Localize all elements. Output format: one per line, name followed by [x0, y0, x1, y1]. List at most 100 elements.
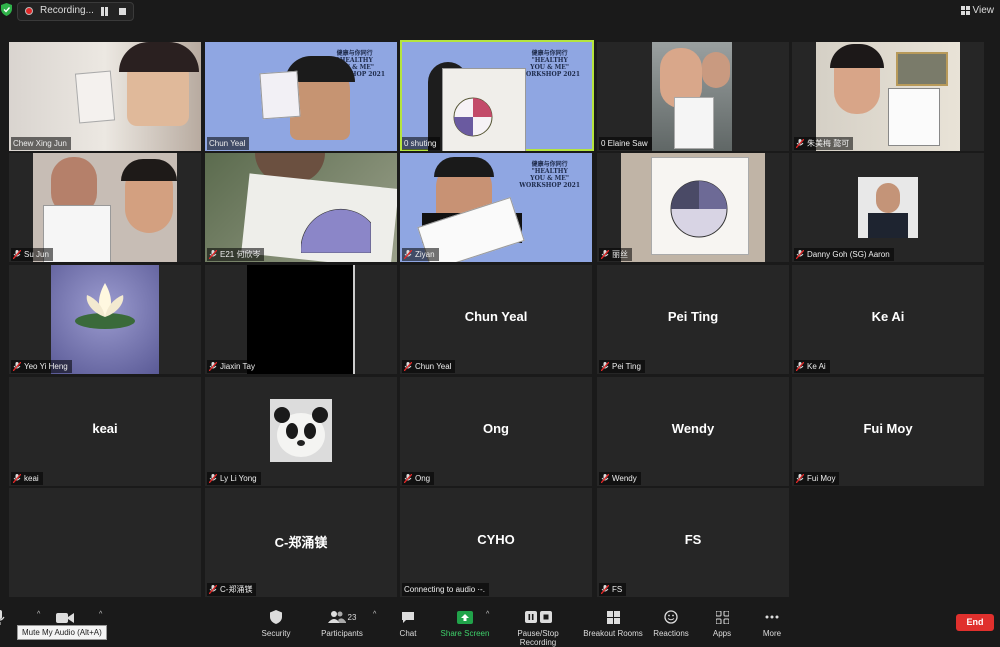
muted-mic-icon	[209, 250, 217, 259]
muted-mic-icon	[13, 250, 21, 259]
workshop-banner: 健康与你同行 "HEALTHY YOU & ME" WORKSHOP 2021	[519, 161, 580, 189]
video-options-caret-icon[interactable]: ^	[99, 611, 102, 618]
banner-line: 健康与你同行	[531, 161, 568, 168]
reactions-smiley-icon	[664, 610, 678, 624]
participant-tile[interactable]: C-郑涌镁 C-郑涌镁	[205, 488, 397, 597]
muted-mic-icon	[13, 474, 21, 483]
participant-tile[interactable]: Yeo Yi Heng	[9, 265, 201, 374]
participant-name: 0 Elaine Saw	[601, 139, 648, 148]
person-hair	[830, 44, 884, 68]
muted-mic-icon	[796, 139, 804, 148]
apps-icon	[715, 610, 729, 624]
participant-label: 0 Elaine Saw	[599, 137, 652, 150]
person-suit	[868, 213, 908, 238]
security-label: Security	[261, 629, 291, 638]
muted-mic-icon	[601, 474, 609, 483]
audio-options-caret-icon[interactable]: ^	[37, 611, 40, 618]
participant-label: C-郑涌镁	[207, 583, 257, 596]
participant-tile[interactable]: Jiaxin Tay	[205, 265, 397, 374]
participant-label: Chun Yeal	[402, 360, 456, 373]
tangle-card	[43, 205, 111, 262]
participant-display-name: Ke Ai	[871, 309, 905, 324]
participant-display-name: CYHO	[477, 532, 515, 547]
participant-name: Danny Goh (SG) Aaron	[807, 250, 890, 259]
participant-label: 0 shuting	[402, 137, 441, 150]
participant-tile[interactable]: 健康与你同行 "HEALTHY YOU & ME" WORKSHOP 2021 …	[205, 42, 397, 151]
participant-tile[interactable]: Ly Li Yong	[205, 377, 397, 486]
end-meeting-button[interactable]: End	[956, 614, 994, 631]
participant-label: Ziyan	[402, 248, 439, 261]
banner-line: YOU & ME"	[530, 64, 569, 71]
participant-status: Connecting to audio ·-.	[404, 585, 485, 594]
participant-tile[interactable]: Ke Ai Ke Ai	[792, 265, 984, 374]
participant-video: 健康与你同行 "HEALTHY YOU & ME" WORKSHOP 2021	[400, 153, 592, 262]
participant-name: Pei Ting	[612, 362, 641, 371]
participant-profile-photo	[858, 177, 918, 238]
participant-tile[interactable]: CYHO Connecting to audio ·-.	[400, 488, 592, 597]
participant-label: Su Jun	[11, 248, 53, 261]
muted-mic-icon	[796, 362, 804, 371]
shield-check-icon[interactable]	[1, 3, 12, 16]
participant-name: Wendy	[612, 474, 637, 483]
participant-tile[interactable]: 朱美梅 懿可	[792, 42, 984, 151]
participant-name: Jiaxin Tay	[220, 362, 255, 371]
share-screen-button[interactable]: Share Screen	[430, 609, 500, 638]
view-button[interactable]: View	[960, 2, 994, 18]
person-hair	[121, 159, 177, 181]
person-hair	[119, 42, 199, 72]
participant-tile[interactable]: Chun Yeal Chun Yeal	[400, 265, 592, 374]
participant-tile[interactable]: E21 何欣岑	[205, 153, 397, 262]
recording-indicator: Recording...	[17, 2, 134, 21]
participant-display-name: Pei Ting	[667, 309, 719, 324]
participant-video	[621, 153, 765, 262]
pause-stop-recording-button[interactable]: Pause/Stop Recording	[500, 609, 576, 647]
grid-view-icon	[960, 5, 970, 15]
muted-mic-icon	[404, 362, 412, 371]
participant-tile[interactable]: Chew Xing Jun	[9, 42, 201, 151]
participant-name: Yeo Yi Heng	[24, 362, 68, 371]
participant-tile[interactable]: Fui Moy Fui Moy	[792, 377, 984, 486]
stop-recording-icon[interactable]	[119, 8, 126, 15]
participant-tile[interactable]: Pei Ting Pei Ting	[597, 265, 789, 374]
participant-tile-active-speaker[interactable]: 健康与你同行 "HEALTHY YOU & ME" WORKSHOP 2021 …	[400, 40, 594, 151]
participants-label: Participants	[321, 629, 363, 638]
meeting-toolbar: ^ ^ Security 23 Participants ^ Chat Shar…	[0, 603, 1000, 647]
more-button[interactable]: More	[737, 609, 807, 638]
muted-mic-icon	[796, 474, 804, 483]
share-screen-label: Share Screen	[440, 629, 490, 638]
participant-tile[interactable]: Wendy Wendy	[597, 377, 789, 486]
panda-plush-image	[274, 407, 328, 457]
tangle-card	[74, 70, 116, 124]
participant-label: Connecting to audio ·-.	[402, 583, 489, 596]
participant-tile[interactable]: 0 Elaine Saw	[597, 42, 789, 151]
muted-mic-icon	[209, 585, 217, 594]
banner-line: "HEALTHY	[531, 57, 568, 64]
participant-name: Ziyan	[415, 250, 435, 259]
share-options-caret-icon[interactable]: ^	[486, 611, 489, 618]
participant-video	[205, 153, 397, 262]
participant-video: 健康与你同行 "HEALTHY YOU & ME" WORKSHOP 2021	[402, 42, 592, 151]
muted-mic-icon	[601, 585, 609, 594]
participant-tile[interactable]: FS FS	[597, 488, 789, 597]
participant-name: 朱美梅 懿可	[807, 139, 850, 148]
participant-tile[interactable]: Su Jun	[9, 153, 201, 262]
participants-button[interactable]: 23 Participants	[307, 609, 377, 638]
participant-display-name: Ong	[483, 421, 509, 436]
participant-tile[interactable]: keai keai	[9, 377, 201, 486]
tangle-circle	[301, 208, 371, 253]
participant-tile[interactable]: 健康与你同行 "HEALTHY YOU & ME" WORKSHOP 2021 …	[400, 153, 592, 262]
participant-tile-empty	[9, 488, 201, 597]
participants-count: 23	[347, 612, 357, 622]
pause-recording-icon[interactable]	[100, 7, 109, 16]
participant-tile[interactable]: Ong Ong	[400, 377, 592, 486]
participant-tile[interactable]: 丽丝	[597, 153, 789, 262]
participant-display-name: Wendy	[671, 421, 715, 436]
tangle-card	[259, 70, 301, 120]
participant-label: Chun Yeal	[207, 137, 250, 150]
participant-tile[interactable]: Danny Goh (SG) Aaron	[792, 153, 984, 262]
participant-label: Ly Li Yong	[207, 472, 261, 485]
security-button[interactable]: Security	[241, 609, 311, 638]
more-label: More	[762, 629, 782, 638]
muted-mic-icon	[209, 362, 217, 371]
share-screen-icon	[457, 610, 473, 624]
